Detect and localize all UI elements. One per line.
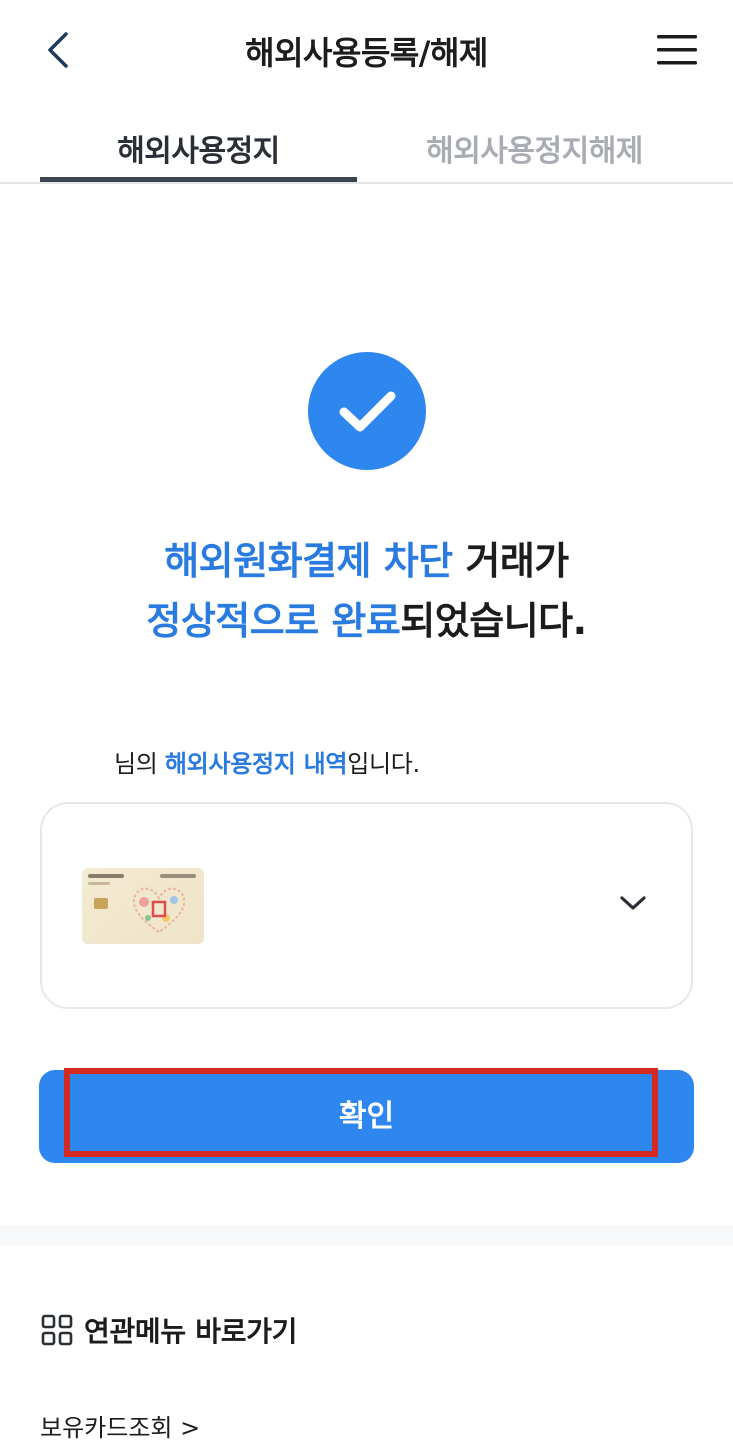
result-message-line2: 정상적으로 완료되었습니다. [0, 590, 733, 645]
section-divider [0, 1225, 733, 1245]
page: 해외사용등록/해제 해외사용정지 해외사용정지해제 해외원화결제 차단 거래가 … [0, 0, 733, 1440]
history-prefix: 님의 [114, 750, 165, 778]
related-link-owned-cards[interactable]: 보유카드조회 > [40, 1408, 200, 1440]
related-menu-title: 연관메뉴 바로가기 [40, 1310, 297, 1350]
result-text-1: 거래가 [452, 539, 569, 583]
success-check-icon [308, 352, 426, 470]
history-caption: 님의 해외사용정지 내역입니다. [114, 744, 420, 779]
grid-icon [41, 1314, 73, 1346]
history-highlight: 해외사용정지 내역 [164, 750, 348, 778]
tab-bar: 해외사용정지 해외사용정지해제 [0, 108, 733, 184]
history-suffix: 입니다. [347, 750, 420, 778]
result-text-2: 되었습니다. [400, 599, 587, 643]
hamburger-menu-icon [657, 35, 697, 65]
tab-overseas-suspend-release[interactable]: 해외사용정지해제 [376, 126, 693, 170]
result-message-line1: 해외원화결제 차단 거래가 [0, 530, 733, 585]
menu-button[interactable] [655, 30, 699, 70]
confirm-button[interactable]: 확인 [39, 1070, 694, 1163]
page-title: 해외사용등록/해제 [245, 34, 488, 72]
card-select-dropdown[interactable] [40, 802, 693, 1009]
result-highlight-2: 정상적으로 완료 [146, 599, 401, 643]
result-highlight-1: 해외원화결제 차단 [164, 539, 453, 583]
header: 해외사용등록/해제 [0, 0, 733, 100]
chevron-down-icon [620, 896, 646, 910]
related-menu-title-text: 연관메뉴 바로가기 [84, 1315, 298, 1348]
active-tab-indicator [40, 177, 357, 182]
card-chip-icon [94, 898, 108, 909]
tab-overseas-suspend[interactable]: 해외사용정지 [40, 126, 357, 170]
credit-card-image [82, 868, 204, 944]
card-artwork-icon [132, 887, 186, 934]
